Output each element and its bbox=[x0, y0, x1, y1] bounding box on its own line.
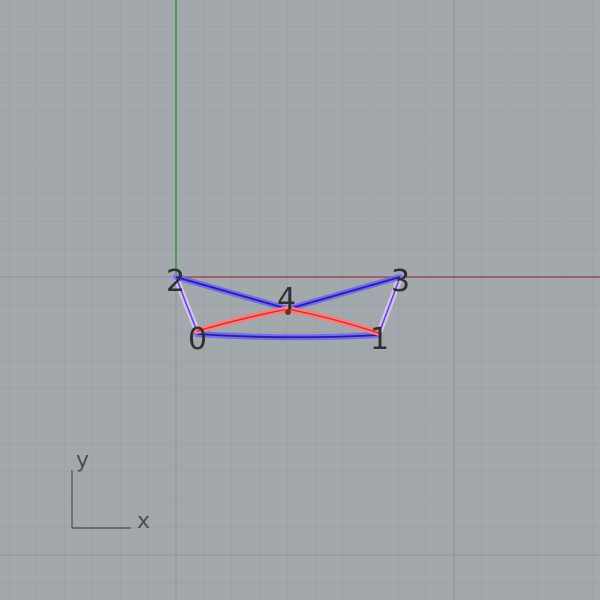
gizmo-x-label: x bbox=[137, 509, 150, 534]
axis-gizmo: y x bbox=[71, 448, 150, 534]
point-label-3[interactable]: 3 bbox=[391, 264, 410, 299]
point-label-1[interactable]: 1 bbox=[370, 322, 389, 357]
construction-grid bbox=[0, 0, 600, 600]
point-label-2[interactable]: 2 bbox=[166, 264, 185, 299]
gizmo-y-label: y bbox=[76, 448, 89, 473]
point-label-0[interactable]: 0 bbox=[188, 322, 207, 357]
viewport-canvas[interactable]: 0 1 2 3 4 y x bbox=[0, 0, 600, 600]
rhino-top-viewport[interactable]: 0 1 2 3 4 y x bbox=[0, 0, 600, 600]
curve-3-4[interactable] bbox=[287, 276, 401, 310]
point-marker-4[interactable] bbox=[285, 309, 291, 315]
